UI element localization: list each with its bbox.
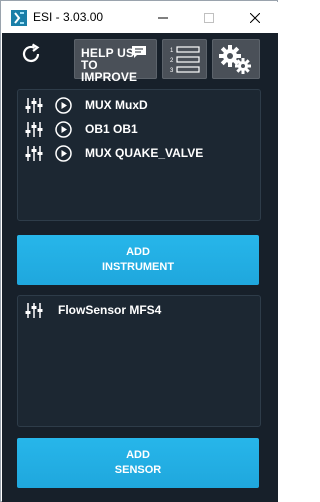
instrument-name: OB1 OB1 bbox=[85, 122, 138, 136]
maximize-button[interactable] bbox=[186, 2, 232, 33]
play-icon[interactable] bbox=[55, 121, 72, 138]
instrument-list: MUX MuxD OB1 OB1 MUX QUAKE_VALVE bbox=[17, 89, 261, 221]
refresh-icon[interactable] bbox=[19, 42, 43, 66]
list-number-3: 3 bbox=[170, 68, 174, 74]
instrument-name: MUX QUAKE_VALVE bbox=[85, 146, 204, 160]
play-icon[interactable] bbox=[55, 145, 72, 162]
main-area: HELP US TO IMPROVE 1 2 3 MUX MuxD OB1 OB… bbox=[2, 33, 278, 502]
sliders-icon[interactable] bbox=[25, 302, 43, 319]
sliders-icon[interactable] bbox=[25, 121, 43, 138]
sensor-name: FlowSensor MFS4 bbox=[58, 303, 162, 317]
minimize-button[interactable] bbox=[140, 2, 186, 33]
gears-icon bbox=[219, 45, 251, 74]
window-title: ESI - 3.03.00 bbox=[33, 10, 104, 24]
add-instrument-line1: ADD bbox=[126, 246, 150, 258]
close-button[interactable] bbox=[232, 2, 278, 33]
numbered-list-icon: 1 2 3 bbox=[170, 46, 200, 74]
sensor-list: FlowSensor MFS4 bbox=[17, 295, 261, 427]
instrument-name: MUX MuxD bbox=[85, 98, 148, 112]
add-instrument-button[interactable]: ADD INSTRUMENT bbox=[17, 235, 259, 285]
settings-button[interactable] bbox=[212, 39, 260, 79]
close-icon bbox=[250, 12, 260, 23]
list-number-2: 2 bbox=[170, 58, 174, 64]
list-item[interactable]: FlowSensor MFS4 bbox=[18, 300, 258, 322]
add-sensor-line2: SENSOR bbox=[114, 464, 162, 476]
app-window: ESI - 3.03.00 HELP US TO IMPROVE 1 2 3 M… bbox=[0, 0, 278, 502]
chat-bubble-icon bbox=[132, 46, 146, 58]
add-sensor-button[interactable]: ADD SENSOR bbox=[17, 438, 259, 488]
help-us-improve-button[interactable]: HELP US TO IMPROVE bbox=[74, 39, 157, 83]
minimize-icon bbox=[158, 17, 168, 18]
list-number-1: 1 bbox=[170, 48, 174, 54]
add-instrument-line2: INSTRUMENT bbox=[101, 261, 175, 273]
list-item[interactable]: MUX QUAKE_VALVE bbox=[18, 143, 258, 165]
add-sensor-line1: ADD bbox=[126, 449, 150, 461]
app-logo-icon bbox=[11, 10, 27, 26]
sequence-list-button[interactable]: 1 2 3 bbox=[162, 39, 207, 79]
list-item[interactable]: OB1 OB1 bbox=[18, 119, 258, 141]
sliders-icon[interactable] bbox=[25, 97, 43, 114]
title-bar[interactable]: ESI - 3.03.00 bbox=[2, 2, 278, 33]
sliders-icon[interactable] bbox=[25, 145, 43, 162]
help-line-2: TO IMPROVE bbox=[81, 58, 138, 84]
play-icon[interactable] bbox=[55, 97, 72, 114]
list-item[interactable]: MUX MuxD bbox=[18, 95, 258, 117]
maximize-icon bbox=[204, 12, 214, 23]
